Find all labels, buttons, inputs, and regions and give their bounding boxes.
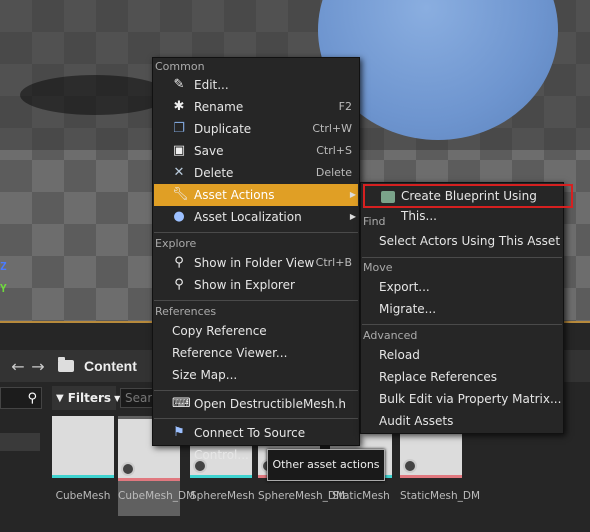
menu-item-audit-assets[interactable]: Audit Assets	[362, 410, 562, 432]
asset-name: SphereMesh_DM	[258, 490, 346, 502]
menu-divider	[154, 390, 358, 391]
axis-y-label: Y	[0, 282, 7, 295]
filters-label: Filters	[67, 391, 112, 405]
menu-item-duplicate[interactable]: ❐ Duplicate Ctrl+W	[154, 118, 358, 140]
folder-icon	[58, 357, 74, 372]
destructible-badge-icon	[121, 462, 135, 476]
delete-x-icon: ✕	[173, 165, 185, 180]
magnifier-icon: ⚲	[174, 255, 184, 270]
filters-button[interactable]: ▼ Filters ▼	[52, 386, 120, 410]
menu-divider	[154, 418, 358, 419]
asset-name: SphereMesh	[190, 490, 255, 502]
menu-item-reference-viewer[interactable]: Reference Viewer...	[154, 342, 358, 364]
axis-z-label: Z	[0, 260, 7, 273]
menu-item-delete[interactable]: ✕ Delete Delete	[154, 162, 358, 184]
breadcrumb-content[interactable]: Content	[84, 358, 137, 374]
menu-item-edit[interactable]: ✎ Edit...	[154, 74, 358, 96]
menu-divider	[154, 300, 358, 301]
tooltip: Other asset actions	[267, 449, 385, 481]
menu-item-show-in-explorer[interactable]: ⚲ Show in Explorer	[154, 274, 358, 296]
globe-icon: ●	[173, 209, 185, 224]
asset-name: StaticMesh	[332, 490, 390, 502]
mesh-shadow	[20, 75, 170, 115]
asset-thumbnail	[52, 416, 114, 478]
menu-item-replace-references[interactable]: Replace References	[362, 366, 562, 388]
menu-item-rename[interactable]: ✱ Rename F2	[154, 96, 358, 118]
save-icon: ▣	[172, 143, 186, 158]
submenu-arrow-icon: ▶	[349, 212, 356, 221]
menu-item-save[interactable]: ▣ Save Ctrl+S	[154, 140, 358, 162]
menu-item-migrate[interactable]: Migrate...	[362, 298, 562, 320]
folder-search-input[interactable]: ⚲	[0, 387, 42, 409]
duplicate-icon: ❐	[173, 121, 185, 136]
section-move: Move	[363, 261, 393, 274]
asset-name: CubeMesh_DM	[118, 490, 196, 502]
blueprint-icon	[381, 191, 395, 203]
back-arrow-icon[interactable]: ←	[8, 357, 28, 376]
menu-item-connect-source-control[interactable]: ⚑ Connect To Source Control...	[154, 422, 358, 463]
menu-divider	[154, 232, 358, 233]
destructible-badge-icon	[403, 459, 417, 473]
asset-context-menu: Common ✎ Edit... ✱ Rename F2 ❐ Duplicate…	[152, 57, 360, 463]
menu-item-asset-actions[interactable]: 🔧︎ Asset Actions ▶	[154, 184, 358, 206]
menu-item-bulk-edit[interactable]: Bulk Edit via Property Matrix...	[362, 388, 562, 410]
section-references: References	[155, 305, 217, 318]
menu-divider	[362, 324, 562, 325]
section-find: Find	[363, 215, 386, 228]
forward-arrow-icon[interactable]: →	[28, 357, 48, 376]
pencil-icon: ✎	[173, 77, 185, 92]
menu-item-copy-reference[interactable]: Copy Reference	[154, 320, 358, 342]
section-explore: Explore	[155, 237, 197, 250]
menu-item-create-blueprint[interactable]: Create Blueprint Using This...	[363, 184, 573, 223]
search-icon[interactable]: ⚲	[27, 391, 37, 406]
code-file-icon: ⌨	[172, 396, 191, 411]
menu-item-export[interactable]: Export...	[362, 276, 562, 298]
menu-item-reload[interactable]: Reload	[362, 344, 562, 366]
menu-item-open-header[interactable]: ⌨ Open DestructibleMesh.h	[154, 393, 358, 415]
funnel-icon: ▼	[56, 392, 64, 404]
section-advanced: Advanced	[363, 329, 418, 342]
menu-divider	[362, 257, 562, 258]
menu-item-asset-localization[interactable]: ● Asset Localization ▶	[154, 206, 358, 228]
section-common: Common	[155, 60, 205, 73]
submenu-arrow-icon: ▶	[349, 190, 356, 199]
asset-name: CubeMesh	[55, 490, 111, 502]
asset-name: StaticMesh_DM	[400, 490, 481, 502]
asset-tile[interactable]: CubeMesh	[52, 416, 114, 503]
menu-item-size-map[interactable]: Size Map...	[154, 364, 358, 386]
folder-tree-row[interactable]	[0, 433, 40, 451]
rename-icon: ✱	[173, 99, 185, 114]
menu-item-show-in-folder[interactable]: ⚲ Show in Folder View Ctrl+B	[154, 252, 358, 274]
wrench-icon: 🔧︎	[172, 187, 189, 202]
menu-item-select-actors[interactable]: Select Actors Using This Asset	[362, 230, 562, 252]
magnifier-icon: ⚲	[174, 277, 184, 292]
source-control-icon: ⚑	[173, 425, 185, 440]
